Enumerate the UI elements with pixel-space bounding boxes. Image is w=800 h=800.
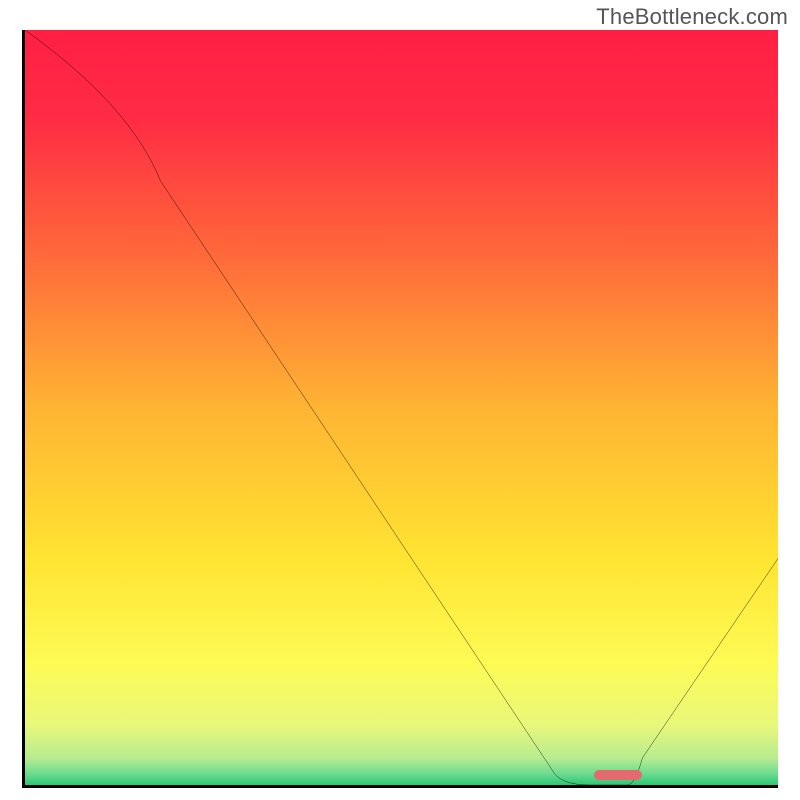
watermark-text: TheBottleneck.com [596,4,788,30]
chart-gradient-background [25,30,778,785]
chart-plot-area [22,30,778,788]
optimal-range-marker [594,770,643,780]
